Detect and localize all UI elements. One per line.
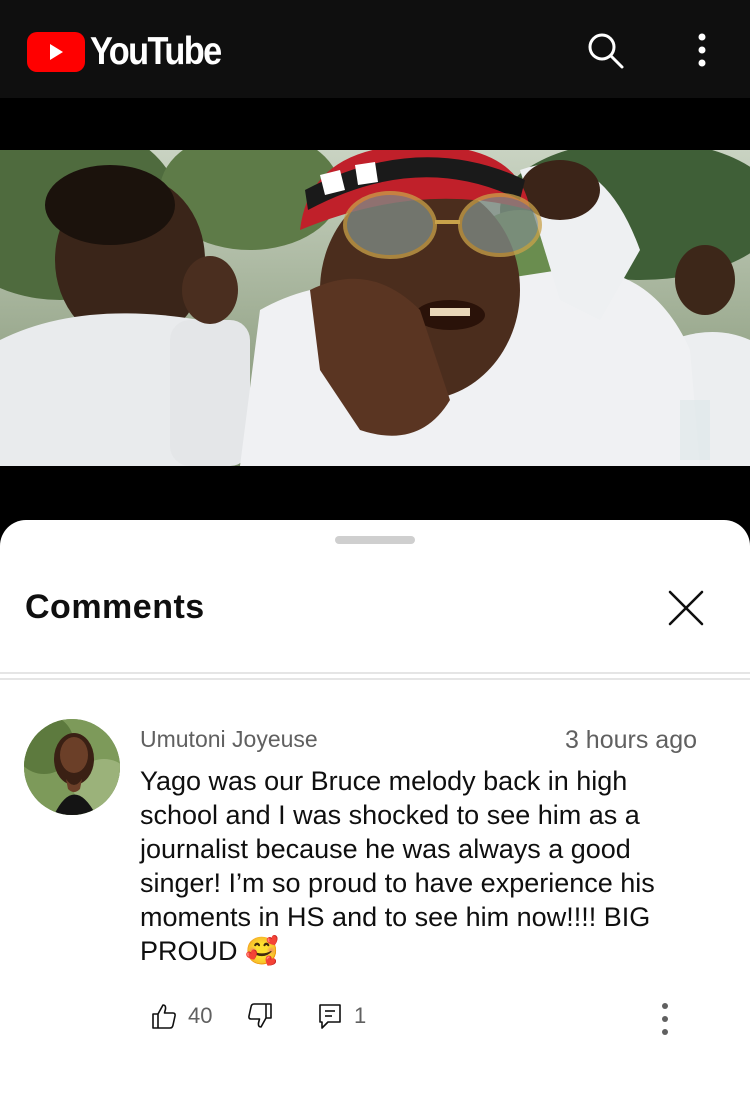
video-still-image (0, 150, 750, 466)
comment-timestamp: 3 hours ago (564, 726, 697, 754)
more-options-button[interactable] (682, 25, 722, 75)
reply-button[interactable]: 1 (316, 1002, 366, 1030)
avatar-image (24, 719, 120, 815)
more-vert-icon (698, 33, 706, 67)
video-player[interactable] (0, 98, 750, 523)
brand-name: YouTube (90, 30, 222, 73)
divider (0, 672, 750, 674)
search-icon (588, 33, 624, 69)
youtube-play-logo-icon (27, 32, 85, 72)
close-comments-button[interactable] (664, 586, 708, 630)
youtube-logo[interactable]: YouTube (27, 30, 238, 74)
video-frame[interactable] (0, 150, 750, 466)
comments-title: Comments (25, 588, 205, 626)
comments-sheet: Comments Umutoni Joyeuse 3 hours ago Yag… (0, 520, 750, 1094)
more-vert-icon (662, 1003, 668, 1035)
thumb-down-icon (248, 1003, 272, 1028)
divider (0, 678, 750, 680)
youtube-app: YouTube Comments Umutoni Joyeuse 3 hours… (0, 0, 750, 1094)
close-icon (668, 590, 704, 626)
comment-actions: 40 1 (140, 998, 700, 1042)
avatar[interactable] (24, 719, 120, 815)
dislike-button[interactable] (246, 1002, 274, 1030)
like-count: 40 (188, 1003, 213, 1028)
comment-author[interactable]: Umutoni Joyeuse (140, 726, 318, 753)
comment-text: Yago was our Bruce melody back in high s… (140, 766, 655, 966)
comment-icon (319, 1004, 341, 1029)
comment-more-button[interactable] (650, 998, 680, 1042)
search-button[interactable] (580, 25, 630, 75)
thumb-up-icon (152, 1004, 176, 1029)
like-button[interactable]: 40 (150, 1002, 212, 1030)
app-header: YouTube (0, 0, 750, 98)
drag-handle[interactable] (335, 536, 415, 544)
reply-count: 1 (354, 1003, 367, 1028)
